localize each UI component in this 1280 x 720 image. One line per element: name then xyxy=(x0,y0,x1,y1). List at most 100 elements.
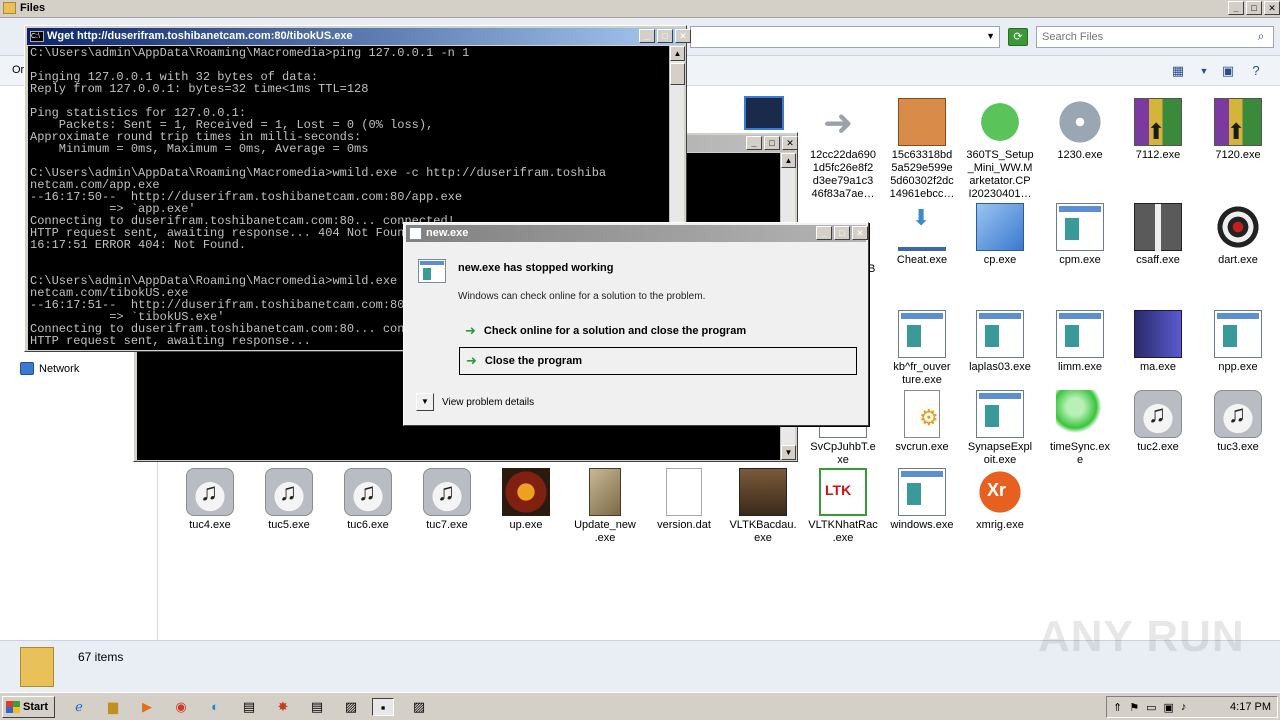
scroll-down-button[interactable]: ▼ xyxy=(781,445,796,460)
details-label: View problem details xyxy=(442,396,535,408)
file-label: ma.exe xyxy=(1139,361,1177,373)
gift-box-icon xyxy=(1134,203,1182,252)
close-button[interactable]: ✕ xyxy=(852,226,868,240)
file-item[interactable]: Cheat.exe xyxy=(882,203,962,267)
maximize-button[interactable]: □ xyxy=(1246,1,1262,15)
file-item[interactable]: ma.exe xyxy=(1118,310,1198,374)
file-item[interactable]: laplas03.exe xyxy=(960,310,1040,374)
close-button[interactable]: ✕ xyxy=(1264,1,1280,15)
chrome-icon[interactable]: ◉ xyxy=(170,698,192,716)
file-item[interactable]: tuc4.exe xyxy=(170,468,250,532)
file-item[interactable]: VLTKNhatRac .exe xyxy=(803,468,883,545)
maximize-button[interactable]: □ xyxy=(764,136,780,150)
file-item[interactable]: 15c63318bd 5a529e599e 5d60302f2dc 14961e… xyxy=(882,98,962,201)
tray-chevron-icon[interactable]: ⇑ xyxy=(1113,701,1122,714)
file-item[interactable]: windows.exe xyxy=(882,468,962,532)
file-item[interactable]: VLTKBacdau. exe xyxy=(723,468,803,545)
chevron-down-icon[interactable]: ▼ xyxy=(986,31,995,41)
file-item[interactable]: kb^fr_ouver ture.exe xyxy=(882,310,962,387)
file-item[interactable]: tuc6.exe xyxy=(328,468,408,532)
file-item[interactable]: csaff.exe xyxy=(1118,203,1198,267)
option-label: Close the program xyxy=(484,355,583,367)
folder-icon[interactable]: ▆ xyxy=(102,698,124,716)
help-icon[interactable]: ? xyxy=(1248,63,1264,79)
volume-icon[interactable]: ♪ xyxy=(1181,701,1187,714)
view-options-icon[interactable]: ▦ xyxy=(1170,63,1186,79)
file-item[interactable]: version.dat xyxy=(644,468,724,532)
close-program-button[interactable]: ➜ Close the program xyxy=(459,347,857,375)
close-button[interactable]: ✕ xyxy=(782,136,798,150)
scroll-up-button[interactable]: ▲ xyxy=(781,153,796,168)
game-logo-icon[interactable]: ✸ xyxy=(272,698,294,716)
refresh-button[interactable]: ⟳ xyxy=(1008,28,1028,46)
file-item[interactable]: 7120.exe xyxy=(1198,98,1278,162)
application-icon xyxy=(898,310,946,358)
close-button[interactable]: ✕ xyxy=(675,29,691,43)
view-dropdown-icon[interactable]: ▼ xyxy=(1196,63,1212,79)
maximize-button[interactable]: □ xyxy=(657,29,673,43)
file-item[interactable]: 7112.exe xyxy=(1118,98,1198,162)
search-icon[interactable]: ⌕ xyxy=(1252,29,1270,45)
command-prompt-icon[interactable]: ▪ xyxy=(372,698,394,716)
file-item[interactable]: limm.exe xyxy=(1040,310,1120,374)
minimize-button[interactable]: _ xyxy=(639,29,655,43)
start-button[interactable]: Start xyxy=(2,696,55,718)
file-label: tuc5.exe xyxy=(268,519,310,531)
maximize-button[interactable]: □ xyxy=(834,226,850,240)
preview-pane-icon[interactable]: ▣ xyxy=(1220,63,1236,79)
media-player-icon[interactable]: ▶ xyxy=(136,698,158,716)
flag-icon[interactable]: ⚑ xyxy=(1129,701,1139,714)
file-item[interactable]: 1230.exe xyxy=(1040,98,1120,162)
application-icon xyxy=(1056,310,1104,358)
internet-explorer-icon[interactable]: ℯ xyxy=(68,698,90,716)
address-input[interactable]: ▼ xyxy=(690,26,1000,48)
file-item[interactable]: SynapseExpl oit.exe xyxy=(960,390,1040,467)
file-item[interactable]: 12cc22da690 1d5fc26e8f2 d3ee79a1c3 46f83… xyxy=(803,98,883,201)
network-icon[interactable]: ▣ xyxy=(1164,701,1174,714)
file-item[interactable]: cp.exe xyxy=(960,203,1040,267)
scroll-thumb[interactable] xyxy=(670,63,685,85)
scroll-up-button[interactable]: ▲ xyxy=(670,46,685,61)
file-item[interactable]: tuc7.exe xyxy=(407,468,487,532)
search-box[interactable]: ⌕ xyxy=(1036,26,1274,48)
file-label: svcrun.exe xyxy=(895,441,949,453)
file-item[interactable]: npp.exe xyxy=(1198,310,1278,374)
installer-icon[interactable]: ▨ xyxy=(408,698,430,716)
file-item[interactable]: svcrun.exe xyxy=(882,390,962,454)
search-input[interactable] xyxy=(1037,27,1247,47)
file-item[interactable]: tuc5.exe xyxy=(249,468,329,532)
edge-icon[interactable]: ◐ xyxy=(204,698,226,716)
view-details-toggle[interactable]: ▼ View problem details xyxy=(416,393,534,411)
application-icon[interactable]: ▤ xyxy=(306,698,328,716)
check-online-button[interactable]: ➜ Check online for a solution and close … xyxy=(459,317,857,345)
application-icon[interactable]: ▤ xyxy=(238,698,260,716)
file-item[interactable]: cpm.exe xyxy=(1040,203,1120,267)
file-item[interactable]: tuc3.exe xyxy=(1198,390,1278,454)
file-item[interactable]: timeSync.ex e xyxy=(1040,390,1120,467)
chevron-down-icon[interactable]: ▼ xyxy=(416,393,434,411)
file-item[interactable]: Update_new .exe xyxy=(565,468,645,545)
minimize-button[interactable]: _ xyxy=(1228,1,1244,15)
organize-button[interactable]: Or xyxy=(12,64,24,76)
nav-item-label: Network xyxy=(39,362,80,375)
minimize-button[interactable]: _ xyxy=(746,136,762,150)
file-item[interactable]: tuc2.exe xyxy=(1118,390,1198,454)
file-label: 7120.exe xyxy=(1215,149,1261,161)
wget-title: Wget http://duserifram.toshibanetcam.com… xyxy=(47,30,353,42)
file-item[interactable]: xmrig.exe xyxy=(960,468,1040,532)
file-item[interactable]: dart.exe xyxy=(1198,203,1278,267)
installer-icon[interactable]: ▨ xyxy=(340,698,362,716)
dialog-title: new.exe xyxy=(426,227,469,239)
file-item[interactable]: up.exe xyxy=(486,468,566,532)
game-logo-icon xyxy=(502,468,550,516)
explorer-caption-buttons: _ □ ✕ xyxy=(1228,1,1280,15)
application-icon xyxy=(418,259,446,283)
clock[interactable]: 4:17 PM xyxy=(1230,701,1271,713)
battery-icon[interactable]: ▭ xyxy=(1146,701,1156,714)
minimize-button[interactable]: _ xyxy=(816,226,832,240)
nav-item-network[interactable]: Network xyxy=(20,362,79,375)
green-arrow-icon: ➜ xyxy=(466,353,477,368)
windows-logo-icon xyxy=(6,701,20,713)
file-item[interactable]: 360TS_Setup _Mini_WW.M arketator.CP I202… xyxy=(960,98,1040,201)
file-label: xmrig.exe xyxy=(976,519,1024,531)
